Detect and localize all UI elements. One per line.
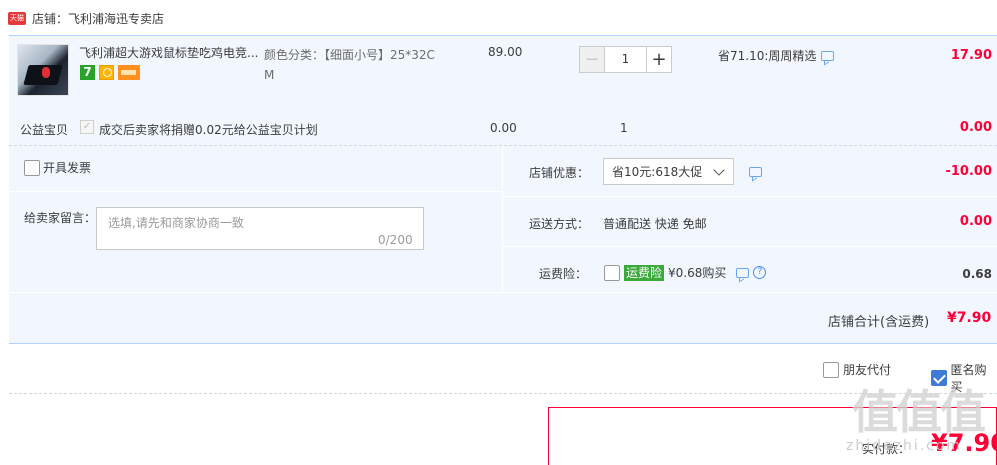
charity-price: 0.00 <box>490 121 517 135</box>
sku-line: M <box>264 68 275 82</box>
discount-label: 店铺优惠： <box>529 166 590 180</box>
divider <box>9 393 997 394</box>
chat-icon[interactable] <box>736 267 750 278</box>
message-label: 给卖家留言： <box>24 211 97 225</box>
product-title-link[interactable]: 飞利浦超大游戏鼠标垫吃鸡电竞... <box>79 45 259 62</box>
message-placeholder: 选填,请先和商家协商一致 <box>108 216 244 230</box>
insurance-tag: 运费险 <box>624 264 665 281</box>
watermark-site: zhidezhi.com <box>846 438 963 454</box>
credit-card-icon[interactable] <box>118 65 140 80</box>
guarantee-icon[interactable] <box>99 65 114 80</box>
divider <box>9 191 502 192</box>
chat-icon[interactable] <box>821 50 835 61</box>
quantity-input[interactable]: 1 <box>605 46 646 73</box>
charity-quantity: 1 <box>620 121 628 135</box>
increase-button[interactable]: + <box>646 46 672 73</box>
chat-icon[interactable] <box>749 167 762 177</box>
chevron-down-icon <box>713 164 725 176</box>
invoice-checkbox[interactable] <box>24 159 40 176</box>
shipping-amount: 0.00 <box>959 214 992 229</box>
sku-line: 颜色分类：【细面小号】25*32C <box>264 48 435 62</box>
insurance-text: ¥0.68购买 <box>668 266 727 280</box>
charity-text: 成交后卖家将捐赠0.02元给公益宝贝计划 <box>99 123 318 137</box>
item-subtotal: 17.90 <box>950 48 992 63</box>
help-icon[interactable]: ? <box>753 266 767 279</box>
insurance-amount: 0.68 <box>962 267 992 281</box>
sku-info: 颜色分类：【细面小号】25*32C M <box>264 45 454 85</box>
quantity-stepper: − 1 + <box>579 46 672 73</box>
charity-checkbox: ✓ <box>80 120 94 134</box>
service-badges: 7 <box>80 65 140 80</box>
discount-select[interactable]: 省10元:618大促 <box>603 158 734 185</box>
mouse-graphic <box>42 67 50 78</box>
insurance-label: 运费险： <box>539 267 588 281</box>
divider <box>502 146 503 292</box>
shop-total-amount: ¥7.90 <box>947 310 992 326</box>
shop-total-label: 店铺合计(含运费) <box>828 315 930 330</box>
item-promo: 省71.10:周周精选 <box>718 47 835 64</box>
divider <box>503 246 997 247</box>
decrease-button[interactable]: − <box>579 46 605 73</box>
insurance-option: 运费险 ¥0.68购买 ? <box>604 264 767 281</box>
insurance-checkbox[interactable] <box>604 264 620 281</box>
shipping-label: 运送方式： <box>529 217 590 231</box>
watermark-logo: 值值值 <box>852 385 986 439</box>
charity-label: 公益宝贝 <box>20 123 69 137</box>
message-char-count: 0/200 <box>378 233 413 247</box>
shop-header: 天猫 店铺：飞利浦海迅专卖店 <box>8 9 164 27</box>
friend-pay-checkbox[interactable] <box>823 361 839 378</box>
charity-subtotal: 0.00 <box>959 120 992 135</box>
invoice-option[interactable]: 开具发票 <box>24 159 91 176</box>
shop-name-link[interactable]: 店铺：飞利浦海迅专卖店 <box>32 10 164 27</box>
shipping-method: 普通配送 快递 免邮 <box>603 217 707 231</box>
divider <box>503 196 997 197</box>
discount-amount: -10.00 <box>945 164 992 179</box>
invoice-label: 开具发票 <box>43 161 92 175</box>
unit-price: 89.00 <box>488 45 523 59</box>
promo-text: 省71.10:周周精选 <box>718 49 817 63</box>
discount-selected: 省10元:618大促 <box>612 165 703 179</box>
tmall-icon: 天猫 <box>8 11 26 25</box>
seven-day-return-icon[interactable]: 7 <box>80 65 95 80</box>
product-thumbnail[interactable] <box>17 44 69 96</box>
